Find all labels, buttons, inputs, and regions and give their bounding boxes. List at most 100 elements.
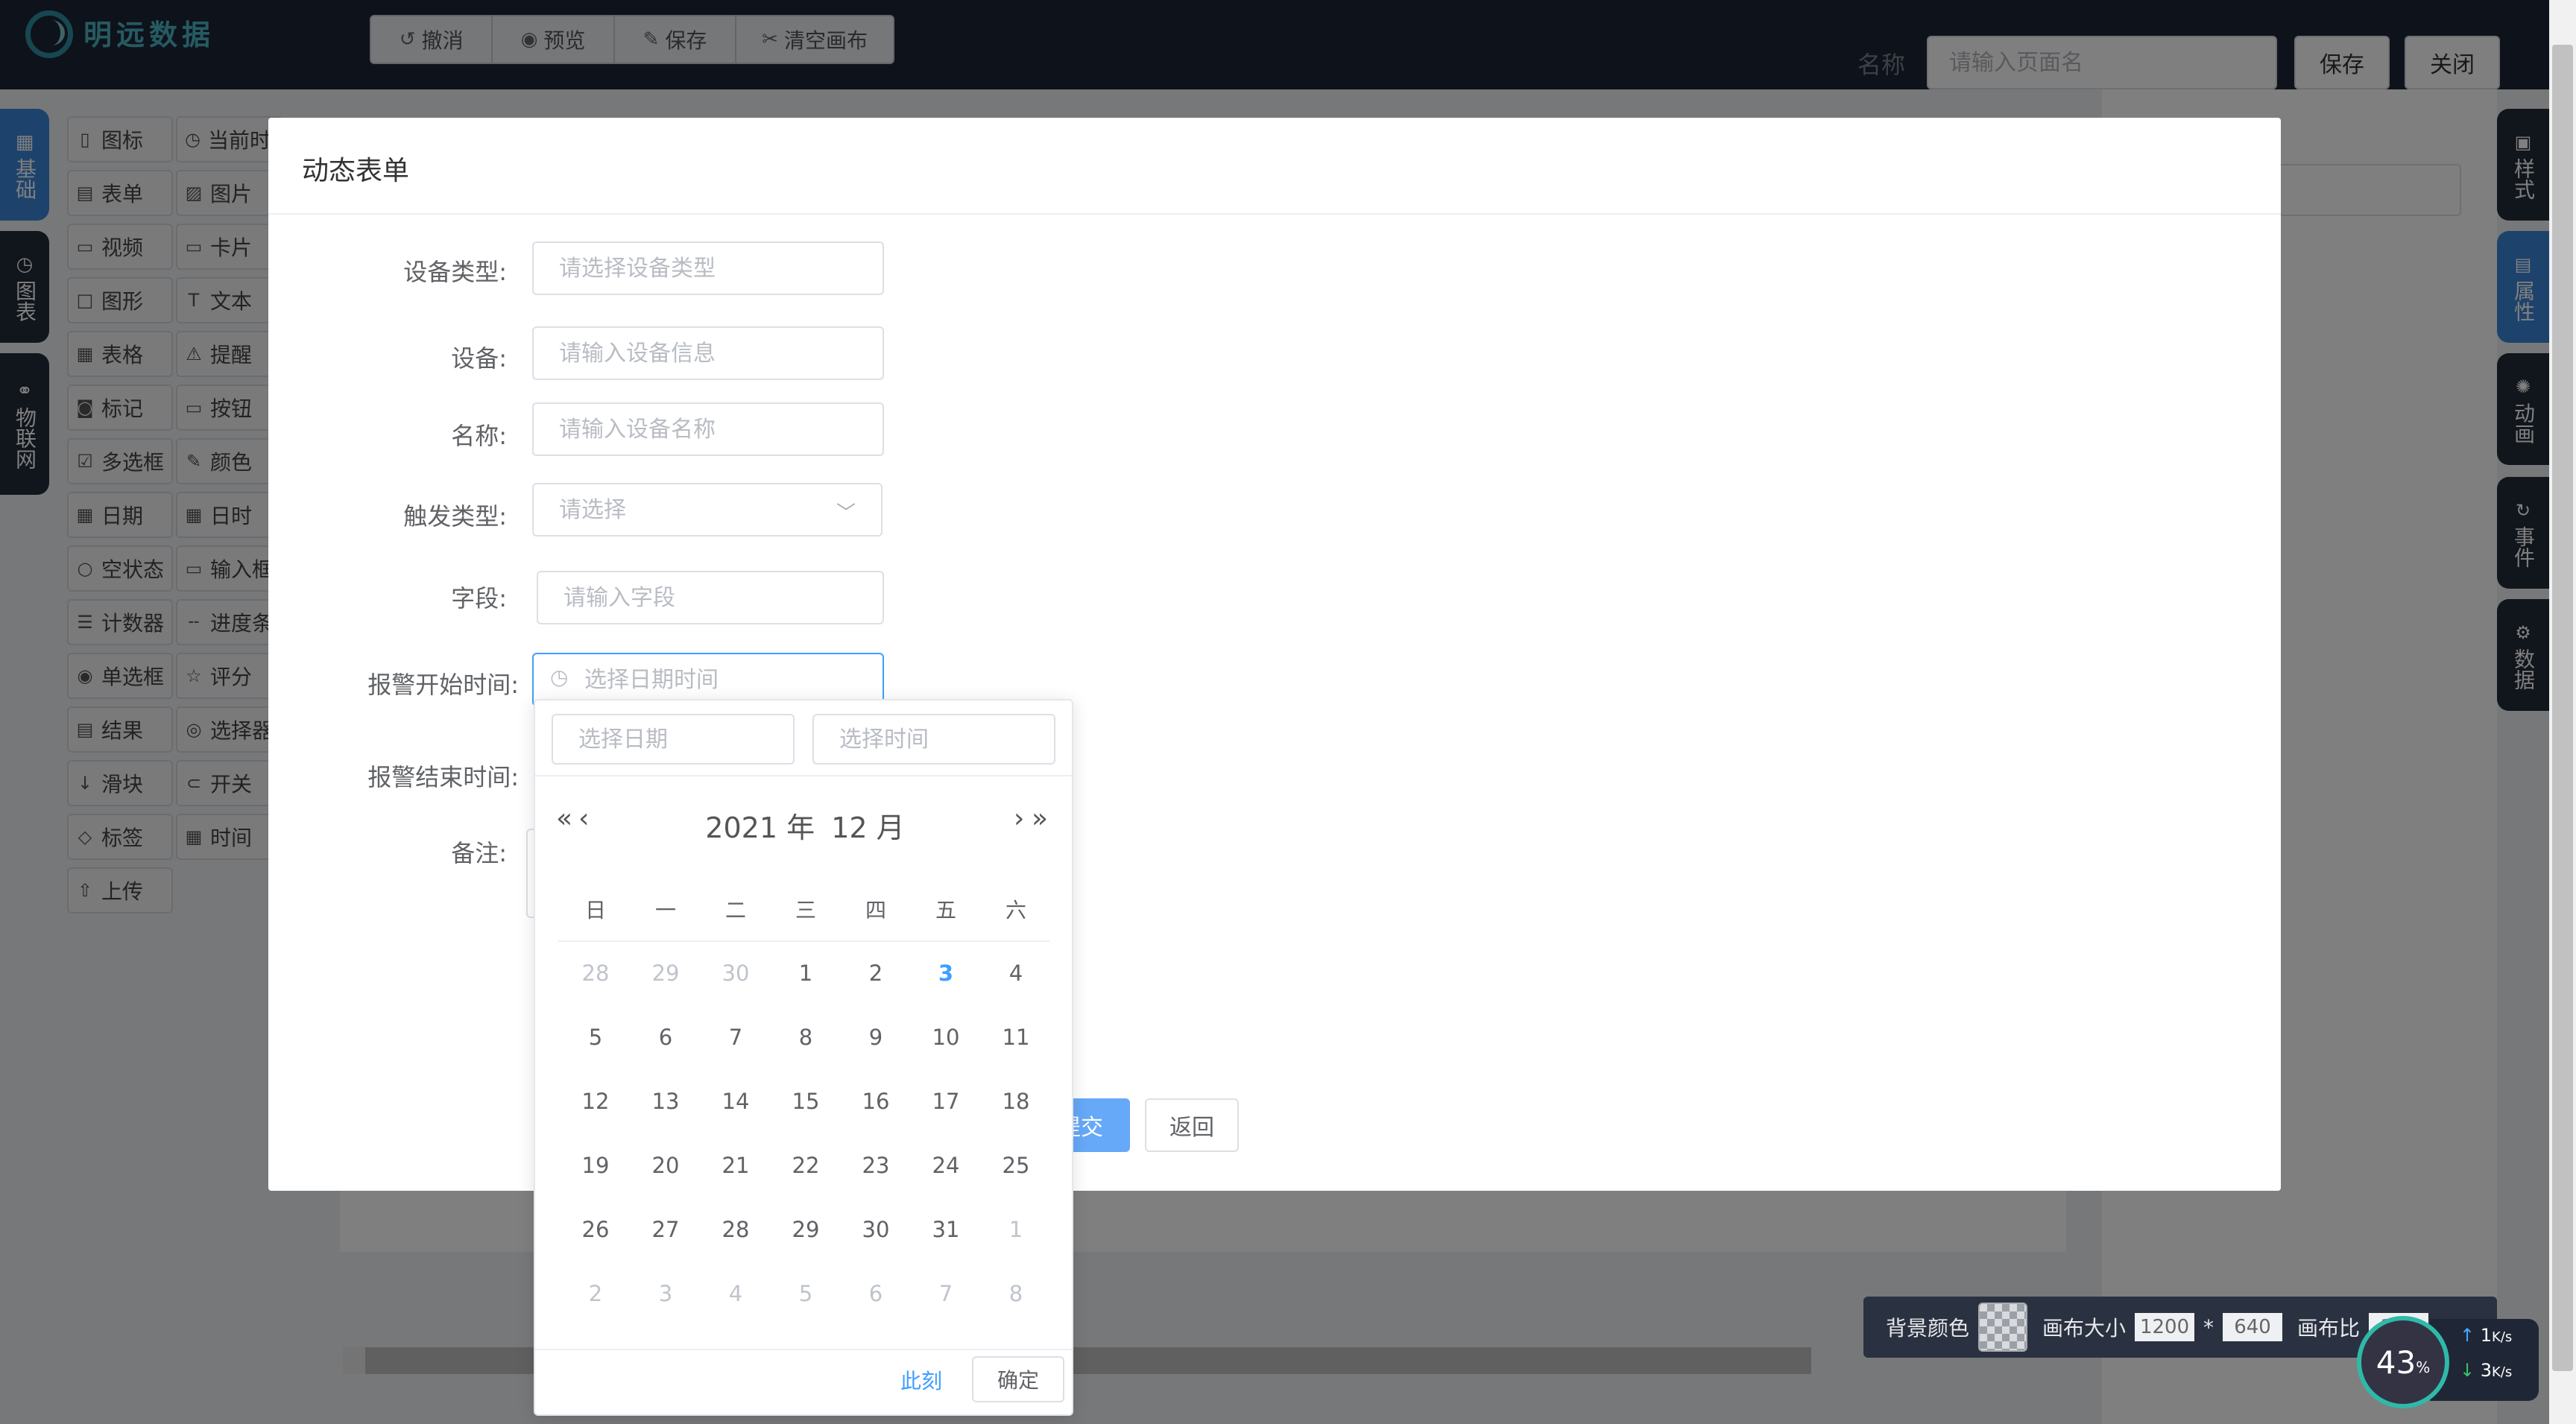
picker-divider [535, 775, 1072, 776]
calendar-day[interactable]: 15 [771, 1079, 841, 1124]
calendar-day[interactable]: 12 [561, 1079, 631, 1124]
calendar-day[interactable]: 4 [701, 1271, 771, 1316]
back-button[interactable]: 返回 [1145, 1098, 1239, 1152]
name-field-label: 名称: [451, 422, 507, 450]
calendar-day[interactable]: 2 [561, 1271, 631, 1316]
calendar-day[interactable]: 29 [631, 951, 701, 996]
prev-year-icon[interactable]: « [556, 803, 572, 834]
calendar-day[interactable]: 13 [631, 1079, 701, 1124]
canvas-ratio-label: 画布比 [2297, 1316, 2361, 1341]
picker-month-title: 2021 年 12 月 [656, 805, 954, 846]
weekday-label: 四 [865, 898, 886, 923]
picker-time-input[interactable] [812, 714, 1055, 765]
calendar-day[interactable]: 7 [911, 1271, 981, 1316]
upload-unit: K/s [2492, 1329, 2513, 1345]
calendar-day[interactable]: 20 [631, 1143, 701, 1188]
calendar-day[interactable]: 22 [771, 1143, 841, 1188]
prev-month-icon[interactable]: ‹ [578, 803, 589, 834]
download-unit: K/s [2492, 1364, 2513, 1380]
trigger-type-label: 触发类型: [403, 502, 507, 531]
alarm-start-label: 报警开始时间: [367, 671, 519, 699]
weekday-label: 日 [584, 898, 606, 923]
calendar-day[interactable]: 2 [841, 951, 911, 996]
calendar-day[interactable]: 14 [701, 1079, 771, 1124]
dialog-divider [268, 213, 2281, 215]
calendar-day[interactable]: 29 [771, 1207, 841, 1252]
calendar-day[interactable]: 26 [561, 1207, 631, 1252]
calendar-day[interactable]: 17 [911, 1079, 981, 1124]
upload-speed: 1 [2480, 1325, 2493, 1346]
calendar-day[interactable]: 30 [701, 951, 771, 996]
calendar-day[interactable]: 16 [841, 1079, 911, 1124]
device-label: 设备: [451, 344, 507, 373]
calendar-day[interactable]: 9 [841, 1015, 911, 1060]
download-arrow-icon: ↓ [2460, 1360, 2475, 1381]
calendar-day[interactable]: 1 [981, 1207, 1051, 1252]
alarm-end-label: 报警结束时间: [367, 763, 519, 791]
calendar-day[interactable]: 19 [561, 1143, 631, 1188]
confirm-button[interactable]: 确定 [972, 1356, 1064, 1402]
clock-icon: ◷ [550, 665, 569, 689]
picker-footer-divider [535, 1349, 1072, 1350]
field-input[interactable] [537, 571, 884, 624]
calendar-day[interactable]: 3 [631, 1271, 701, 1316]
weekday-label: 五 [935, 898, 956, 923]
calendar-day[interactable]: 10 [911, 1015, 981, 1060]
next-year-icon[interactable]: » [1032, 803, 1048, 834]
calendar-day[interactable]: 28 [561, 951, 631, 996]
calendar-day[interactable]: 3 [911, 951, 981, 996]
weekday-label: 三 [795, 898, 816, 923]
weekday-label: 一 [654, 898, 676, 923]
vertical-scroll-thumb[interactable] [2552, 45, 2573, 1371]
bg-color-label: 背景颜色 [1886, 1316, 1970, 1341]
picker-month-suffix: 月 [876, 811, 905, 844]
canvas-width-input[interactable]: 1200 [2135, 1313, 2195, 1341]
calendar-day[interactable]: 21 [701, 1143, 771, 1188]
calendar-day[interactable]: 27 [631, 1207, 701, 1252]
device-input[interactable] [532, 326, 884, 380]
calendar-day[interactable]: 23 [841, 1143, 911, 1188]
calendar-day[interactable]: 11 [981, 1015, 1051, 1060]
download-speed: 3 [2480, 1360, 2493, 1381]
notes-label: 备注: [451, 839, 507, 867]
calendar-day[interactable]: 25 [981, 1143, 1051, 1188]
calendar-day[interactable]: 6 [631, 1015, 701, 1060]
weekday-label: 六 [1005, 898, 1026, 923]
calendar-day[interactable]: 6 [841, 1271, 911, 1316]
calendar-day[interactable]: 5 [561, 1015, 631, 1060]
device-type-label: 设备类型: [403, 258, 507, 286]
calendar-day[interactable]: 30 [841, 1207, 911, 1252]
size-separator: * [2203, 1314, 2214, 1340]
weekday-divider [558, 940, 1049, 942]
dialog-title: 动态表单 [302, 156, 410, 186]
canvas-height-input[interactable]: 640 [2223, 1313, 2283, 1341]
picker-year-suffix: 年 [786, 811, 815, 844]
calendar-day[interactable]: 31 [911, 1207, 981, 1252]
calendar-day[interactable]: 28 [701, 1207, 771, 1252]
calendar-day[interactable]: 8 [771, 1015, 841, 1060]
weekday-label: 二 [724, 898, 746, 923]
picker-date-input[interactable] [552, 714, 795, 765]
calendar-day[interactable]: 1 [771, 951, 841, 996]
calendar-day[interactable]: 4 [981, 951, 1051, 996]
next-month-icon[interactable]: › [1014, 803, 1024, 834]
cpu-usage-gauge[interactable]: 43% [2357, 1316, 2449, 1408]
picker-year[interactable]: 2021 [705, 811, 777, 844]
upload-arrow-icon: ↑ [2460, 1325, 2475, 1346]
usage-percent-sign: % [2416, 1358, 2431, 1376]
device-type-select[interactable] [532, 241, 884, 295]
device-name-input[interactable] [532, 402, 884, 456]
calendar-day[interactable]: 5 [771, 1271, 841, 1316]
calendar-day[interactable]: 24 [911, 1143, 981, 1188]
now-button[interactable]: 此刻 [900, 1365, 942, 1395]
field-label: 字段: [451, 584, 507, 613]
picker-month[interactable]: 12 [831, 811, 867, 844]
usage-percent: 43 [2375, 1344, 2416, 1381]
trigger-type-select[interactable] [532, 483, 883, 537]
chevron-down-icon: ﹀ [836, 502, 856, 525]
canvas-size-label: 画布大小 [2042, 1316, 2127, 1341]
bg-color-swatch[interactable] [1978, 1303, 2028, 1352]
calendar-day[interactable]: 7 [701, 1015, 771, 1060]
calendar-day[interactable]: 18 [981, 1079, 1051, 1124]
calendar-day[interactable]: 8 [981, 1271, 1051, 1316]
